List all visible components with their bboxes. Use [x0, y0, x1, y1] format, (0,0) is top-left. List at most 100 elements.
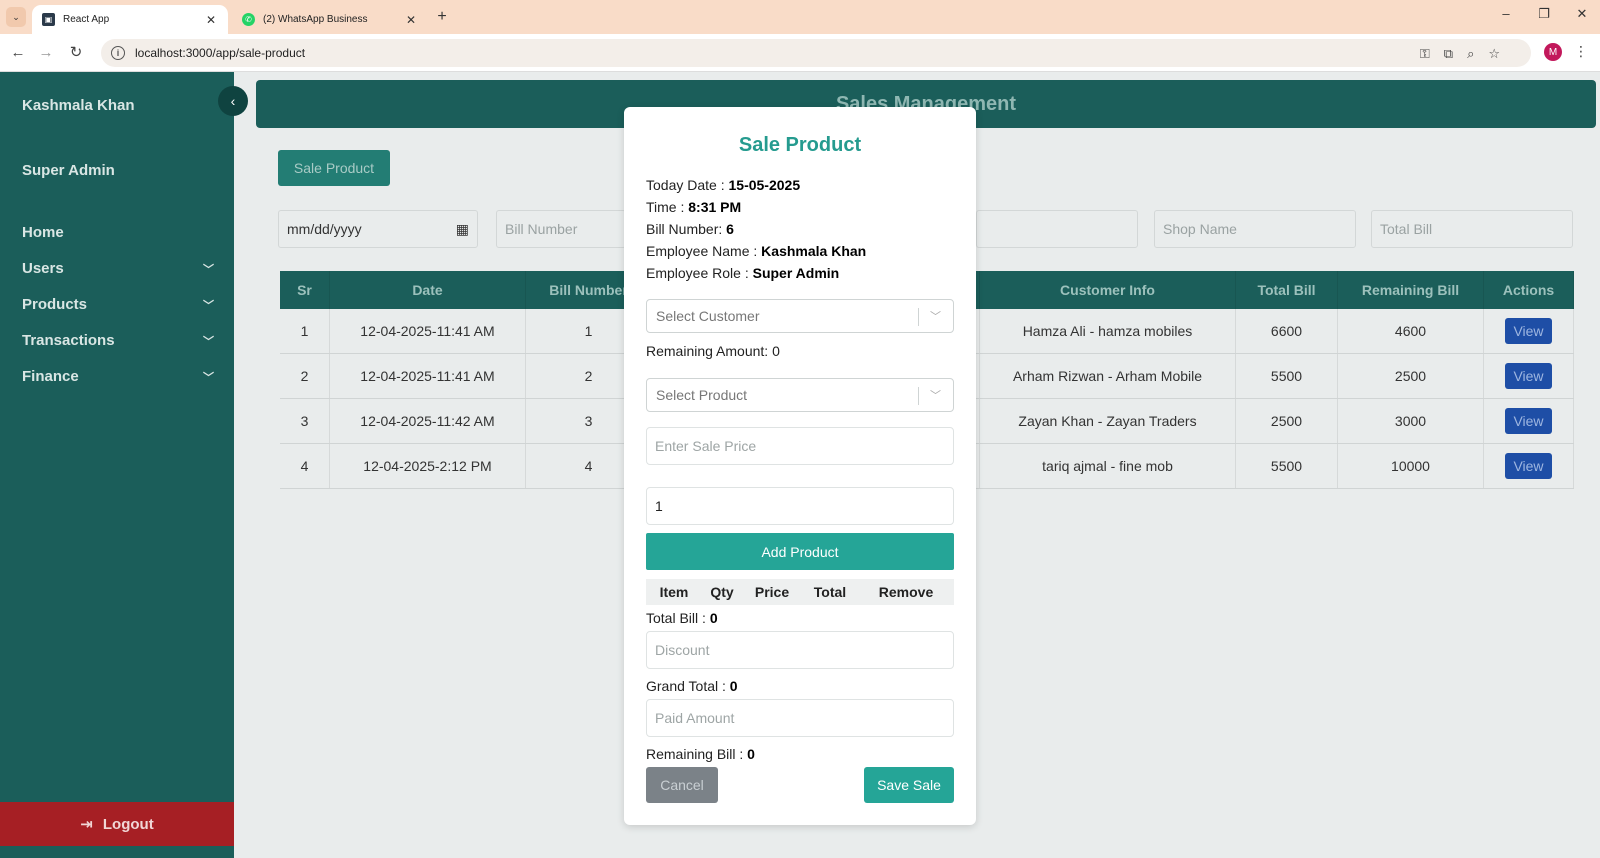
sidebar-item-label: Users [22, 260, 64, 277]
sidebar-item-transactions[interactable]: Transactions ﹀ [22, 332, 214, 349]
back-icon[interactable]: ← [8, 43, 28, 63]
grand-total-label: Grand Total : [646, 678, 726, 694]
profile-avatar[interactable]: M [1544, 43, 1562, 61]
tab-title: React App [63, 14, 110, 25]
sale-price-input[interactable]: Enter Sale Price [646, 427, 954, 465]
grand-total-line: Grand Total : 0 [646, 678, 738, 694]
new-tab-icon[interactable]: + [432, 8, 452, 26]
add-product-button[interactable]: Add Product [646, 533, 954, 570]
close-tab-icon[interactable]: ✕ [204, 13, 218, 27]
select-product-placeholder: Select Product [656, 387, 748, 403]
items-header-qty: Qty [710, 584, 734, 600]
minimize-icon[interactable]: – [1498, 6, 1514, 22]
save-sale-button[interactable]: Save Sale [864, 767, 954, 803]
site-info-icon[interactable]: i [111, 46, 125, 60]
browser-tab-react-app[interactable]: ▣ React App ✕ [32, 5, 228, 34]
employee-role-line: Employee Role : Super Admin [646, 265, 839, 281]
modal-title: Sale Product [738, 134, 862, 156]
chevron-down-icon[interactable]: ﹀ [930, 308, 941, 324]
paid-amount-placeholder: Paid Amount [655, 710, 735, 726]
select-product-dropdown[interactable]: Select Product ﹀ [646, 378, 954, 412]
employee-role-label: Employee Role : [646, 265, 749, 281]
total-bill-value: 0 [709, 610, 718, 626]
discount-input[interactable]: Discount [646, 631, 954, 669]
today-date-value: 15-05-2025 [728, 177, 801, 193]
quantity-value: 1 [655, 498, 663, 514]
bookmark-star-icon[interactable]: ☆ [1488, 46, 1500, 62]
time-line: Time : 8:31 PM [646, 199, 741, 215]
chevron-down-icon[interactable]: ﹀ [930, 387, 941, 403]
select-customer-dropdown[interactable]: Select Customer ﹀ [646, 299, 954, 333]
select-customer-placeholder: Select Customer [656, 308, 760, 324]
sidebar-item-label: Transactions [22, 332, 115, 349]
chevron-down-icon: ﹀ [203, 263, 214, 276]
password-key-icon[interactable]: ⚿ [1420, 46, 1430, 62]
sidebar-item-home[interactable]: Home [22, 224, 214, 241]
sidebar-item-finance[interactable]: Finance ﹀ [22, 368, 214, 385]
items-header-price: Price [754, 584, 790, 600]
sidebar-item-label: Home [22, 224, 64, 241]
time-label: Time : [646, 199, 685, 215]
today-date-label: Today Date : [646, 177, 725, 193]
forward-icon[interactable]: → [36, 43, 56, 63]
bill-number-line: Bill Number: 6 [646, 221, 734, 237]
restore-icon[interactable]: ❐ [1536, 6, 1552, 22]
items-header-remove: Remove [878, 584, 934, 600]
today-date-line: Today Date : 15-05-2025 [646, 177, 800, 193]
omnibox-actions: ⚿ ⧉ ⌕ ☆ [1420, 46, 1500, 62]
chevron-down-icon: ﹀ [203, 299, 214, 312]
bill-number-label: Bill Number: [646, 221, 723, 237]
chevron-down-icon: ﹀ [203, 371, 214, 384]
remaining-amount-text: Remaining Amount: 0 [646, 343, 780, 359]
logout-icon: ⇥ [80, 816, 93, 833]
sale-price-placeholder: Enter Sale Price [655, 438, 757, 454]
total-bill-label: Total Bill : [646, 610, 706, 626]
sidebar-item-products[interactable]: Products ﹀ [22, 296, 214, 313]
url-text: localhost:3000/app/sale-product [135, 46, 306, 60]
logout-button[interactable]: ⇥ Logout [0, 802, 234, 846]
cancel-button[interactable]: Cancel [646, 767, 718, 803]
discount-placeholder: Discount [655, 642, 710, 658]
sidebar-item-label: Products [22, 296, 88, 313]
install-app-icon[interactable]: ⧉ [1444, 46, 1453, 62]
employee-name-value: Kashmala Khan [761, 243, 867, 259]
sidebar-item-users[interactable]: Users ﹀ [22, 260, 214, 277]
tab-search-chevron-icon[interactable]: ⌄ [6, 7, 26, 27]
total-bill-line: Total Bill : 0 [646, 610, 718, 626]
items-header-total: Total [813, 584, 847, 600]
address-bar[interactable]: i localhost:3000/app/sale-product [101, 39, 1531, 67]
sale-product-modal: Sale Product Today Date : 15-05-2025 Tim… [624, 107, 976, 825]
browser-menu-icon[interactable]: ⋮ [1574, 43, 1588, 60]
time-value: 8:31 PM [688, 199, 742, 215]
sidebar-user-role: Super Admin [22, 162, 115, 179]
items-table-header: Item Qty Price Total Remove [646, 579, 954, 605]
select-separator [918, 387, 919, 405]
bill-number-value: 6 [726, 221, 734, 237]
collapse-sidebar-icon[interactable]: ‹ [218, 86, 248, 116]
grand-total-value: 0 [729, 678, 738, 694]
sidebar: Kashmala Khan ‹ Super Admin Home Users ﹀… [0, 72, 248, 858]
remaining-bill-label: Remaining Bill : [646, 746, 744, 762]
employee-name-label: Employee Name : [646, 243, 758, 259]
reload-icon[interactable]: ↻ [66, 43, 86, 63]
browser-tab-strip: ⌄ ▣ React App ✕ ✆ (2) WhatsApp Business … [0, 0, 1600, 34]
employee-role-value: Super Admin [752, 265, 840, 281]
zoom-icon[interactable]: ⌕ [1467, 46, 1474, 62]
chevron-down-icon: ﹀ [203, 335, 214, 348]
paid-amount-input[interactable]: Paid Amount [646, 699, 954, 737]
quantity-input[interactable]: 1 [646, 487, 954, 525]
select-separator [918, 308, 919, 326]
close-tab-icon[interactable]: ✕ [404, 13, 418, 27]
tab-title: (2) WhatsApp Business [263, 14, 368, 25]
remaining-bill-value: 0 [747, 746, 755, 762]
browser-toolbar: ← → ↻ i localhost:3000/app/sale-product … [0, 34, 1600, 72]
items-header-item: Item [659, 584, 689, 600]
close-window-icon[interactable]: ✕ [1574, 6, 1590, 22]
employee-name-line: Employee Name : Kashmala Khan [646, 243, 866, 259]
sidebar-item-label: Finance [22, 368, 79, 385]
whatsapp-favicon-icon: ✆ [242, 13, 255, 26]
react-app-favicon-icon: ▣ [42, 13, 55, 26]
browser-tab-whatsapp[interactable]: ✆ (2) WhatsApp Business ✕ [232, 5, 428, 34]
sidebar-user-name: Kashmala Khan [22, 97, 135, 114]
logout-label: Logout [102, 815, 154, 833]
